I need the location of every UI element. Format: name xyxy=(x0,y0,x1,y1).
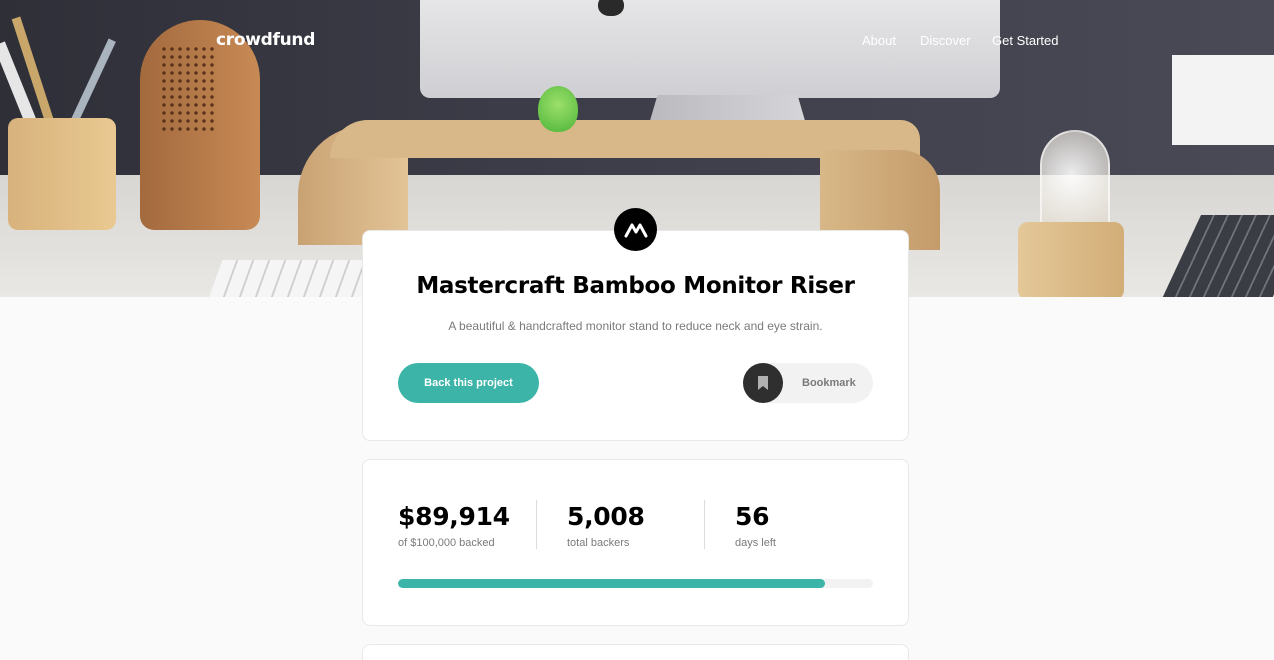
stat-divider xyxy=(704,500,705,549)
hero-toy xyxy=(538,86,578,132)
stat-days-label: days left xyxy=(735,537,776,549)
funding-progress-bar xyxy=(398,579,873,588)
bookmark-button[interactable]: Bookmark xyxy=(743,363,873,403)
bookmark-label: Bookmark xyxy=(802,377,856,389)
stat-backers-label: total backers xyxy=(567,537,630,549)
about-card xyxy=(362,644,909,660)
funding-progress-fill xyxy=(398,579,826,588)
mastercraft-logo-icon xyxy=(614,208,657,251)
stat-backers: 5,008 xyxy=(567,502,645,531)
stat-divider xyxy=(536,500,537,549)
bookmark-icon xyxy=(743,363,783,403)
nav-link-get-started[interactable]: Get Started xyxy=(992,33,1058,48)
hero-keyboard xyxy=(207,260,383,297)
top-nav: crowdfund About Discover Get Started xyxy=(0,0,1274,80)
project-card xyxy=(362,230,909,441)
nav-link-about[interactable]: About xyxy=(862,33,896,48)
stat-backed-amount: $89,914 xyxy=(398,502,510,531)
site-logo[interactable]: crowdfund xyxy=(216,30,315,50)
stat-days-left: 56 xyxy=(735,502,770,531)
back-project-button[interactable]: Back this project xyxy=(398,363,539,403)
hero-lamp-base xyxy=(1018,222,1124,297)
project-description: A beautiful & handcrafted monitor stand … xyxy=(448,319,823,333)
project-title: Mastercraft Bamboo Monitor Riser xyxy=(416,273,855,299)
hero-pencup xyxy=(8,118,116,230)
nav-link-discover[interactable]: Discover xyxy=(920,33,971,48)
stat-backed-label: of $100,000 backed xyxy=(398,537,495,549)
